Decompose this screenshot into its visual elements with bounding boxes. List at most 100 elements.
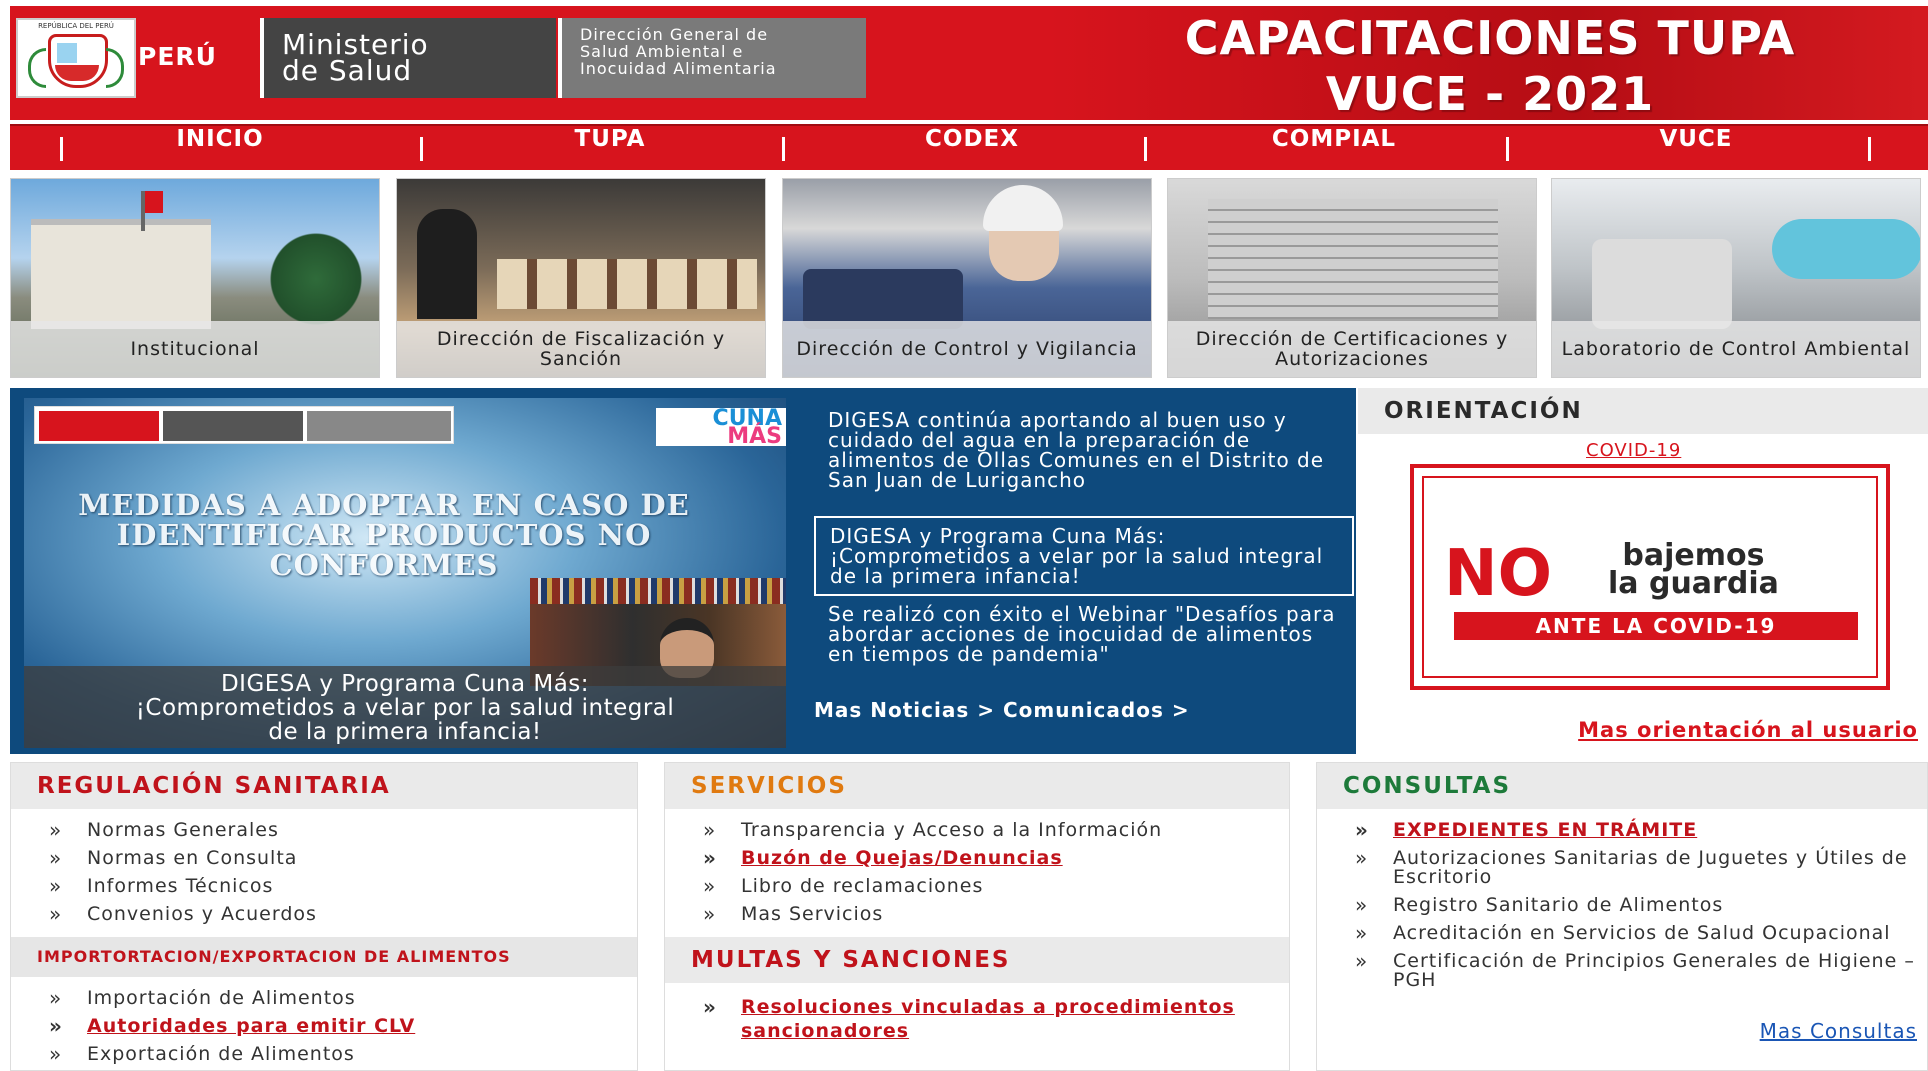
- more-news-link[interactable]: Mas Noticias > Comunicados >: [814, 698, 1190, 722]
- servicios-list: Transparencia y Acceso a la Información …: [665, 809, 1289, 937]
- nav-compial[interactable]: COMPIAL: [1154, 126, 1514, 172]
- poster-no: NO: [1444, 537, 1552, 611]
- list-item[interactable]: Certificación de Principios Generales de…: [1317, 952, 1927, 990]
- document-shape: [1208, 199, 1498, 319]
- tile-institucional[interactable]: Institucional: [10, 178, 380, 378]
- consultas-title: CONSULTAS: [1317, 763, 1927, 809]
- nav-vuce[interactable]: VUCE: [1516, 126, 1876, 172]
- tile-label: Dirección de Certificaciones y Autorizac…: [1168, 321, 1536, 377]
- peru-shield-logo[interactable]: REPÚBLICA DEL PERÚ: [16, 18, 136, 98]
- nav-separator: [782, 137, 785, 161]
- list-item[interactable]: Importación de Alimentos: [11, 989, 637, 1009]
- list-item[interactable]: Autorizaciones Sanitarias de Juguetes y …: [1317, 849, 1927, 887]
- list-item-link[interactable]: Buzón de Quejas/Denuncias: [665, 849, 1289, 869]
- list-item[interactable]: Acreditación en Servicios de Salud Ocupa…: [1317, 924, 1927, 944]
- poster-slogan: bajemos la guardia: [1608, 541, 1779, 599]
- site-header: REPÚBLICA DEL PERÚ PERÚ Ministerio de Sa…: [10, 6, 1928, 122]
- building-shape: [31, 219, 211, 329]
- list-item-link[interactable]: Autoridades para emitir CLV: [11, 1017, 637, 1037]
- tile-fiscalizacion[interactable]: Dirección de Fiscalización y Sanción: [396, 178, 766, 378]
- speaker-shape: [417, 209, 477, 319]
- digesa-line-1: Dirección General de: [580, 25, 769, 44]
- ministerio-logo[interactable]: Ministerio de Salud: [260, 18, 556, 98]
- regulacion-column: REGULACIÓN SANITARIA Normas Generales No…: [10, 762, 638, 1071]
- nav-codex[interactable]: CODEX: [792, 126, 1152, 172]
- news-section: CUNA MÁS MEDIDAS A ADOPTAR EN CASO DE IDE…: [10, 388, 1356, 754]
- list-item-link[interactable]: EXPEDIENTES EN TRÁMITE: [1317, 821, 1927, 841]
- tile-label: Institucional: [11, 321, 379, 377]
- caption-line-1: DIGESA y Programa Cuna Más:: [220, 671, 590, 697]
- news-item[interactable]: DIGESA continúa aportando al buen uso y …: [828, 410, 1338, 490]
- face-shape: [989, 231, 1059, 281]
- more-orientacion-link[interactable]: Mas orientación al usuario: [1578, 718, 1918, 742]
- main-nav: INICIO TUPA CODEX COMPIAL VUCE: [10, 124, 1928, 170]
- tile-label: Laboratorio de Control Ambiental: [1552, 321, 1920, 377]
- list-item[interactable]: Normas en Consulta: [11, 849, 637, 869]
- list-item[interactable]: Registro Sanitario de Alimentos: [1317, 896, 1927, 916]
- image-headline: MEDIDAS A ADOPTAR EN CASO DE IDENTIFICAR…: [78, 488, 690, 582]
- peru-label[interactable]: PERÚ: [138, 42, 217, 71]
- mas-text: MÁS: [727, 424, 782, 449]
- palm-tree-shape: [261, 229, 371, 329]
- shield-caption: REPÚBLICA DEL PERÚ: [38, 22, 114, 30]
- helmet-shape: [983, 185, 1063, 231]
- list-item[interactable]: Normas Generales: [11, 821, 637, 841]
- list-item-link[interactable]: Resoluciones vinculadas a procedimientos…: [665, 995, 1289, 1043]
- news-featured-image[interactable]: CUNA MÁS MEDIDAS A ADOPTAR EN CASO DE IDE…: [24, 398, 786, 748]
- lab-machine-shape: [1592, 239, 1732, 329]
- list-item[interactable]: Mas Servicios: [665, 905, 1289, 925]
- poster-ribbon: ANTE LA COVID-19: [1454, 612, 1858, 640]
- nav-separator: [1144, 137, 1147, 161]
- import-export-list: Importación de Alimentos Autoridades par…: [11, 977, 637, 1071]
- multas-title: MULTAS Y SANCIONES: [665, 937, 1289, 983]
- nav-separator: [1506, 137, 1509, 161]
- digesa-line-3: Inocuidad Alimentaria: [580, 59, 777, 78]
- flag-shape: [145, 191, 163, 213]
- list-item[interactable]: Informes Técnicos: [11, 877, 637, 897]
- orientacion-title: ORIENTACIÓN: [1358, 388, 1928, 434]
- tile-label: Dirección de Control y Vigilancia: [783, 321, 1151, 377]
- regulacion-list: Normas Generales Normas en Consulta Info…: [11, 809, 637, 937]
- news-item[interactable]: Se realizó con éxito el Webinar "Desafío…: [828, 604, 1338, 664]
- nav-separator: [60, 137, 63, 161]
- audience-shape: [497, 259, 757, 309]
- import-export-subtitle: IMPORTORTACION/EXPORTACION DE ALIMENTOS: [11, 937, 637, 977]
- servicios-column: SERVICIOS Transparencia y Acceso a la In…: [664, 762, 1290, 1071]
- nav-inicio[interactable]: INICIO: [70, 126, 370, 172]
- cuna-mas-logo: CUNA MÁS: [656, 408, 786, 449]
- consultas-column: CONSULTAS EXPEDIENTES EN TRÁMITE Autoriz…: [1316, 762, 1928, 1071]
- banner-title-line-1: CAPACITACIONES TUPA: [1184, 11, 1796, 65]
- news-item-selected[interactable]: DIGESA y Programa Cuna Más: ¡Comprometid…: [814, 516, 1354, 596]
- covid-link[interactable]: COVID-19: [1586, 440, 1681, 461]
- laurel-left-icon: [28, 48, 46, 88]
- list-item[interactable]: Transparencia y Acceso a la Información: [665, 821, 1289, 841]
- tile-laboratorio[interactable]: Laboratorio de Control Ambiental: [1551, 178, 1921, 378]
- nav-tupa[interactable]: TUPA: [430, 126, 790, 172]
- banner-title-line-2: VUCE - 2021: [1325, 67, 1655, 121]
- multas-list: Resoluciones vinculadas a procedimientos…: [665, 983, 1289, 1056]
- bookshelf-shape: [530, 578, 786, 604]
- more-consultas-link[interactable]: Mas Consultas: [1760, 1019, 1917, 1043]
- covid-poster[interactable]: NO bajemos la guardia ANTE LA COVID-19: [1410, 464, 1890, 690]
- page: REPÚBLICA DEL PERÚ PERÚ Ministerio de Sa…: [0, 0, 1928, 1071]
- banner-title: CAPACITACIONES TUPA VUCE - 2021: [1060, 10, 1920, 122]
- poster-frame: NO bajemos la guardia ANTE LA COVID-19: [1422, 476, 1878, 678]
- tile-certificaciones[interactable]: Dirección de Certificaciones y Autorizac…: [1167, 178, 1537, 378]
- list-item[interactable]: Libro de reclamaciones: [665, 877, 1289, 897]
- tile-label: Dirección de Fiscalización y Sanción: [397, 321, 765, 377]
- caption-line-2: ¡Comprometidos a velar por la salud inte…: [135, 695, 675, 721]
- orientacion-panel: ORIENTACIÓN COVID-19 NO bajemos la guard…: [1358, 388, 1928, 754]
- digesa-logo[interactable]: Dirección General de Salud Ambiental e I…: [558, 18, 866, 98]
- image-digesa-logo: [307, 411, 451, 441]
- image-header-logos: [34, 406, 454, 444]
- consultas-list: EXPEDIENTES EN TRÁMITE Autorizaciones Sa…: [1317, 809, 1927, 1003]
- list-item[interactable]: Convenios y Acuerdos: [11, 905, 637, 925]
- ministerio-line-2: de Salud: [282, 54, 413, 87]
- list-item[interactable]: Exportación de Alimentos: [11, 1045, 637, 1065]
- glove-shape: [1772, 219, 1920, 279]
- image-caption: DIGESA y Programa Cuna Más: ¡Comprometid…: [24, 666, 786, 748]
- tile-control-vigilancia[interactable]: Dirección de Control y Vigilancia: [782, 178, 1152, 378]
- nav-separator: [420, 137, 423, 161]
- digesa-line-2: Salud Ambiental e: [580, 42, 744, 61]
- caption-line-3: de la primera infancia!: [268, 719, 542, 745]
